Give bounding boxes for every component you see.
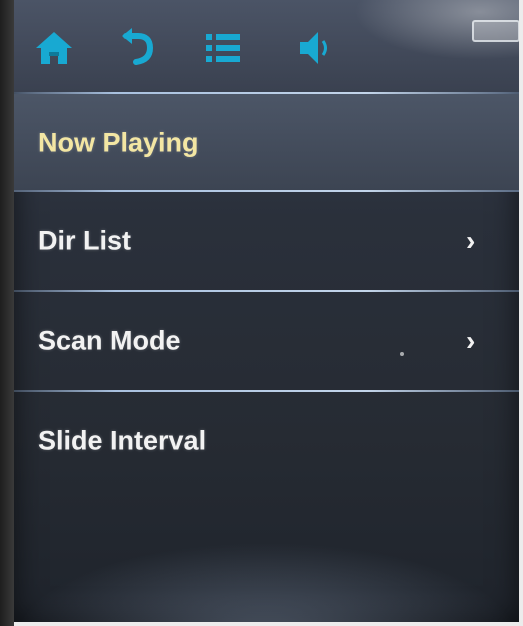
- toolbar: [14, 0, 519, 92]
- menu-item-label: Now Playing: [38, 127, 199, 158]
- screen-reflection: [14, 542, 519, 622]
- list-icon[interactable]: [202, 26, 246, 70]
- screen-glare: [354, 0, 519, 60]
- menu-item-dir-list[interactable]: Dir List ›: [14, 192, 519, 290]
- device-bezel: [0, 0, 14, 626]
- screen: Now Playing Dir List › Scan Mode › Slide…: [14, 0, 519, 622]
- menu-item-slide-interval[interactable]: Slide Interval: [14, 392, 519, 490]
- back-icon[interactable]: [116, 26, 160, 70]
- chevron-right-icon: ›: [466, 225, 476, 256]
- menu-item-scan-mode[interactable]: Scan Mode ›: [14, 292, 519, 390]
- chevron-right-icon: ›: [466, 325, 476, 356]
- screen-speck: [400, 352, 404, 356]
- menu-item-now-playing[interactable]: Now Playing: [14, 94, 519, 192]
- menu-item-label: Slide Interval: [38, 425, 207, 456]
- device-frame: Now Playing Dir List › Scan Mode › Slide…: [0, 0, 523, 626]
- menu-item-label: Dir List: [38, 225, 132, 256]
- home-icon[interactable]: [32, 26, 76, 70]
- volume-icon[interactable]: [294, 26, 338, 70]
- menu-item-label: Scan Mode: [38, 325, 181, 356]
